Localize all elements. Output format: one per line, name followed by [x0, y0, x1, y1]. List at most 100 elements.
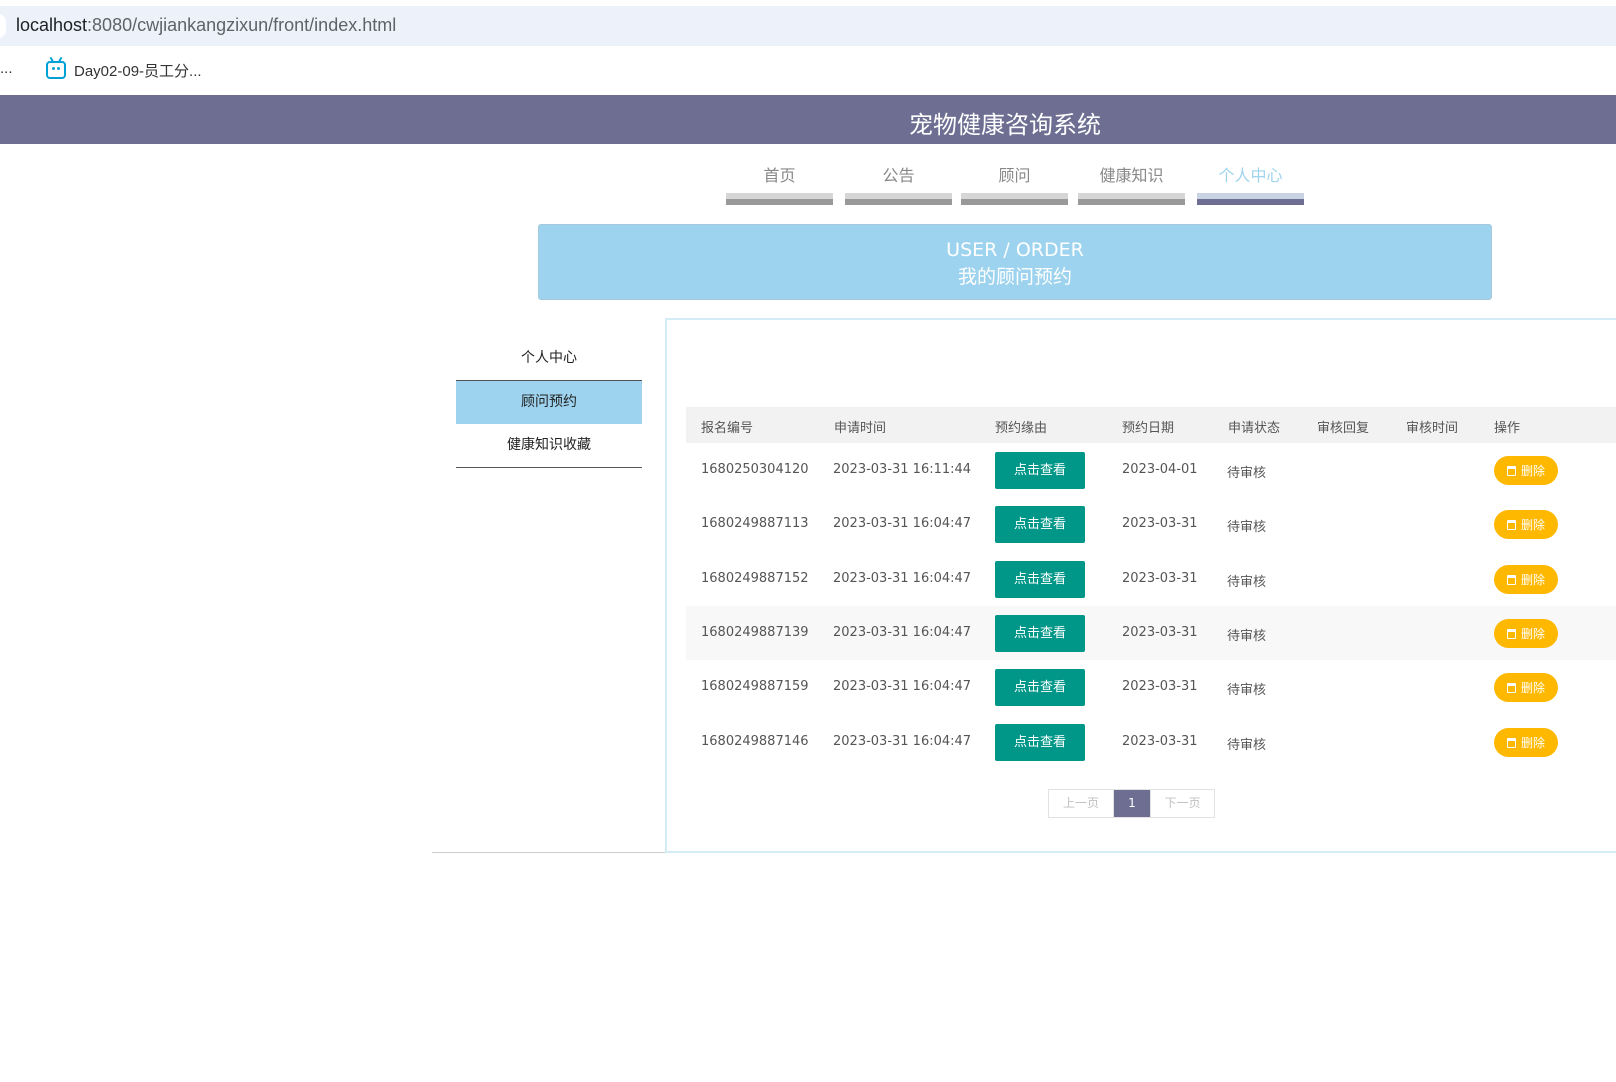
side-item-knowledge-favorites[interactable]: 健康知识收藏	[456, 424, 642, 467]
delete-button[interactable]: 删除	[1494, 673, 1558, 702]
nav-item-home[interactable]: 首页	[726, 163, 833, 205]
th-review-time: 审核时间	[1406, 421, 1459, 436]
trash-icon	[1506, 574, 1516, 585]
prev-page-button[interactable]: 上一页	[1049, 790, 1114, 817]
view-button[interactable]: 点击查看	[995, 724, 1085, 761]
cell-id: 1680249887113	[701, 516, 809, 531]
side-menu: 个人中心 顾问预约 健康知识收藏	[432, 318, 665, 853]
cell-id: 1680249887146	[701, 734, 809, 749]
trash-icon	[1506, 465, 1516, 476]
delete-button[interactable]: 删除	[1494, 728, 1558, 757]
nav-item-personal-center[interactable]: 个人中心	[1197, 163, 1304, 205]
delete-label: 删除	[1520, 518, 1545, 532]
table-row: 1680249887139 2023-03-31 16:04:47 点击查看 2…	[686, 606, 1616, 660]
url-text[interactable]: localhost:8080/cwjiankangzixun/front/ind…	[16, 15, 396, 36]
table-row: 1680250304120 2023-03-31 16:11:44 点击查看 2…	[686, 443, 1616, 497]
cell-apply-time: 2023-03-31 16:11:44	[833, 462, 972, 477]
nav-item-health-knowledge[interactable]: 健康知识	[1078, 163, 1185, 205]
view-button[interactable]: 点击查看	[995, 506, 1085, 543]
delete-button[interactable]: 删除	[1494, 619, 1558, 648]
table-row: 1680249887146 2023-03-31 16:04:47 点击查看 2…	[686, 715, 1616, 769]
delete-label: 删除	[1520, 464, 1545, 478]
cell-id: 1680249887139	[701, 625, 809, 640]
cell-status: 待审核	[1227, 738, 1267, 753]
address-bar-edge	[0, 14, 6, 38]
bookmark-item[interactable]: Day02-09-员工分...	[46, 56, 202, 82]
nav-label: 个人中心	[1218, 166, 1283, 185]
cell-date: 2023-03-31	[1122, 571, 1198, 586]
nav-item-notice[interactable]: 公告	[845, 163, 952, 205]
cell-id: 1680250304120	[701, 462, 809, 477]
nav-underline	[726, 193, 833, 205]
nav-underline	[961, 193, 1068, 205]
cell-status: 待审核	[1227, 629, 1267, 644]
side-divider	[456, 467, 642, 468]
pagination: 上一页 1 下一页	[1048, 789, 1215, 818]
view-button[interactable]: 点击查看	[995, 452, 1085, 489]
cell-date: 2023-03-31	[1122, 516, 1198, 531]
nav-label: 顾问	[998, 166, 1031, 185]
side-item-personal-center[interactable]: 个人中心	[456, 337, 642, 380]
cell-date: 2023-03-31	[1122, 625, 1198, 640]
cell-status: 待审核	[1227, 575, 1267, 590]
delete-label: 删除	[1520, 627, 1545, 641]
cell-id: 1680249887159	[701, 679, 809, 694]
cell-apply-time: 2023-03-31 16:04:47	[833, 516, 972, 531]
th-date: 预约日期	[1122, 421, 1175, 436]
url-host: localhost	[16, 15, 88, 35]
view-button[interactable]: 点击查看	[995, 669, 1085, 706]
banner-title-zh: 我的顾问预约	[957, 266, 1072, 288]
next-page-button[interactable]: 下一页	[1150, 790, 1214, 817]
current-page[interactable]: 1	[1114, 790, 1150, 817]
site-header: 宠物健康咨询系统	[0, 95, 1616, 144]
address-bar[interactable]: localhost:8080/cwjiankangzixun/front/ind…	[0, 6, 1616, 46]
view-button[interactable]: 点击查看	[995, 561, 1085, 598]
table-row: 1680249887159 2023-03-31 16:04:47 点击查看 2…	[686, 660, 1616, 714]
site-title: 宠物健康咨询系统	[909, 111, 1101, 139]
cell-date: 2023-03-31	[1122, 679, 1198, 694]
th-reason: 预约缘由	[995, 421, 1048, 436]
bookmark-prev[interactable]: ...	[0, 60, 13, 77]
table-header: 报名编号 申请时间 预约缘由 预约日期 申请状态 审核回复 审核时间 操作	[686, 407, 1616, 443]
cell-status: 待审核	[1227, 466, 1267, 481]
cell-apply-time: 2023-03-31 16:04:47	[833, 734, 972, 749]
nav-underline	[845, 193, 952, 205]
delete-button[interactable]: 删除	[1494, 510, 1558, 539]
bilibili-icon	[46, 56, 66, 79]
th-actions: 操作	[1494, 421, 1521, 436]
cell-id: 1680249887152	[701, 571, 809, 586]
bookmarks-bar: ... Day02-09-员工分...	[0, 46, 1616, 94]
delete-label: 删除	[1520, 573, 1545, 587]
cell-apply-time: 2023-03-31 16:04:47	[833, 625, 972, 640]
delete-button[interactable]: 删除	[1494, 456, 1558, 485]
cell-date: 2023-04-01	[1122, 462, 1198, 477]
cell-apply-time: 2023-03-31 16:04:47	[833, 679, 972, 694]
trash-icon	[1506, 737, 1516, 748]
page-banner: USER / ORDER 我的顾问预约	[538, 224, 1492, 300]
nav-label: 首页	[763, 166, 796, 185]
cell-status: 待审核	[1227, 683, 1267, 698]
nav-label: 公告	[882, 166, 915, 185]
delete-button[interactable]: 删除	[1494, 565, 1558, 594]
trash-icon	[1506, 519, 1516, 530]
trash-icon	[1506, 628, 1516, 639]
cell-apply-time: 2023-03-31 16:04:47	[833, 571, 972, 586]
delete-label: 删除	[1520, 681, 1545, 695]
th-apply-time: 申请时间	[834, 421, 887, 436]
trash-icon	[1506, 682, 1516, 693]
table-row: 1680249887113 2023-03-31 16:04:47 点击查看 2…	[686, 497, 1616, 551]
side-item-consultant-booking[interactable]: 顾问预约	[456, 381, 642, 424]
nav-underline	[1078, 193, 1185, 205]
nav-underline	[1197, 193, 1304, 205]
nav-item-consultant[interactable]: 顾问	[961, 163, 1068, 205]
th-id: 报名编号	[701, 421, 754, 436]
banner-title-en: USER / ORDER	[946, 239, 1084, 261]
cell-date: 2023-03-31	[1122, 734, 1198, 749]
delete-label: 删除	[1520, 736, 1545, 750]
view-button[interactable]: 点击查看	[995, 615, 1085, 652]
bookmark-label: Day02-09-员工分...	[74, 62, 202, 80]
url-path: :8080/cwjiankangzixun/front/index.html	[87, 15, 397, 35]
cell-status: 待审核	[1227, 520, 1267, 535]
th-reply: 审核回复	[1317, 421, 1370, 436]
th-status: 申请状态	[1228, 421, 1281, 436]
